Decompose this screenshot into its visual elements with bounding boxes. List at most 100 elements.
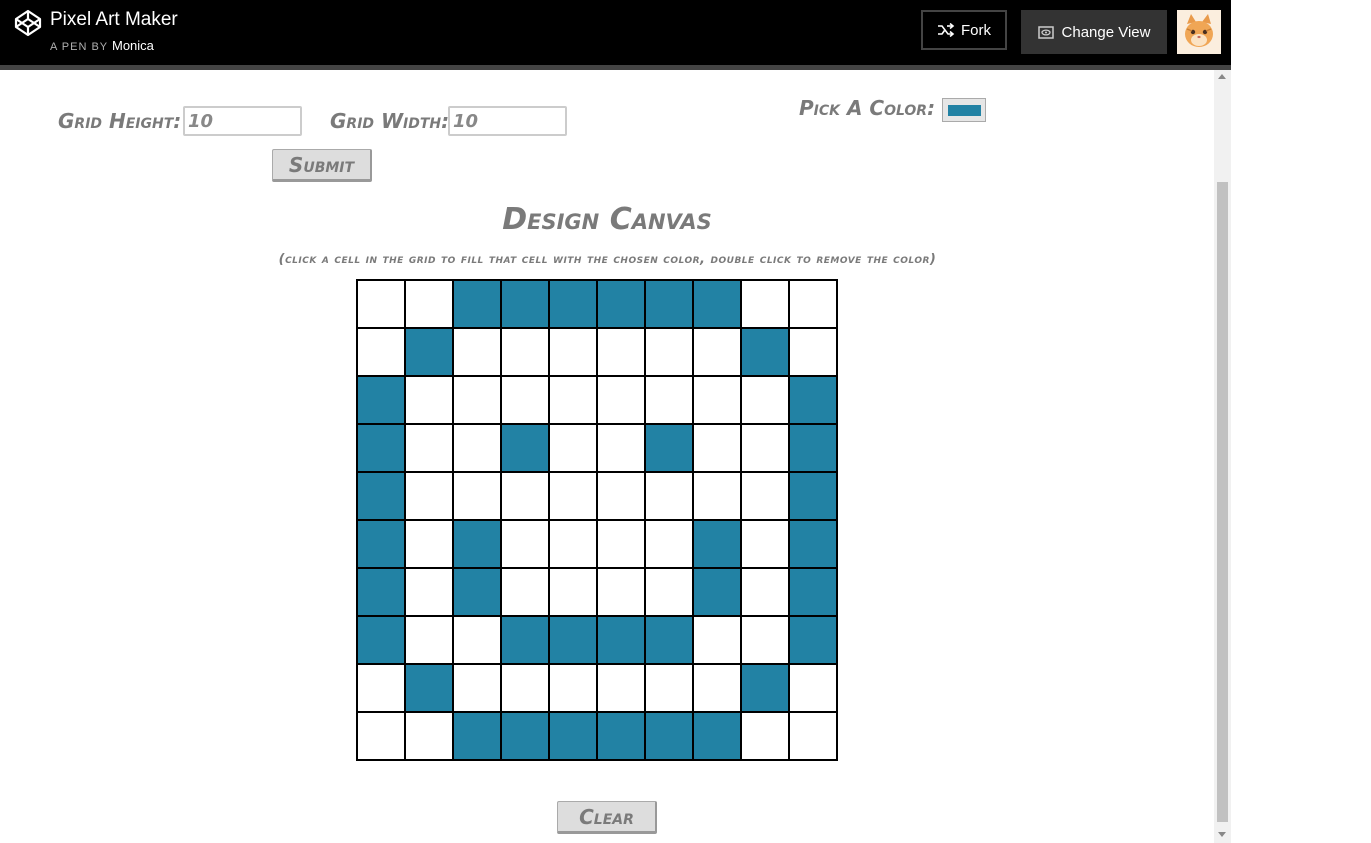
grid-cell[interactable] <box>644 327 694 377</box>
grid-cell[interactable] <box>644 711 694 761</box>
grid-cell[interactable] <box>692 567 742 617</box>
author-link[interactable]: Monica <box>112 38 154 53</box>
scroll-down-arrow-icon[interactable] <box>1218 832 1226 837</box>
grid-cell[interactable] <box>452 615 502 665</box>
grid-cell[interactable] <box>356 663 406 713</box>
grid-cell[interactable] <box>692 711 742 761</box>
grid-cell[interactable] <box>596 279 646 329</box>
grid-cell[interactable] <box>548 663 598 713</box>
grid-cell[interactable] <box>452 567 502 617</box>
grid-cell[interactable] <box>596 375 646 425</box>
pixel-canvas[interactable] <box>356 279 838 761</box>
grid-cell[interactable] <box>788 615 838 665</box>
grid-cell[interactable] <box>356 423 406 473</box>
grid-cell[interactable] <box>500 279 550 329</box>
grid-cell[interactable] <box>692 471 742 521</box>
grid-cell[interactable] <box>452 375 502 425</box>
grid-cell[interactable] <box>644 279 694 329</box>
codepen-logo-icon[interactable] <box>13 8 43 38</box>
grid-cell[interactable] <box>548 615 598 665</box>
grid-height-input[interactable] <box>183 106 302 136</box>
grid-cell[interactable] <box>356 279 406 329</box>
grid-cell[interactable] <box>356 471 406 521</box>
fork-button[interactable]: Fork <box>921 10 1007 50</box>
grid-cell[interactable] <box>452 423 502 473</box>
grid-cell[interactable] <box>740 279 790 329</box>
grid-cell[interactable] <box>644 663 694 713</box>
grid-cell[interactable] <box>740 375 790 425</box>
grid-cell[interactable] <box>788 375 838 425</box>
grid-cell[interactable] <box>740 711 790 761</box>
grid-cell[interactable] <box>644 519 694 569</box>
grid-cell[interactable] <box>500 471 550 521</box>
grid-cell[interactable] <box>548 375 598 425</box>
grid-cell[interactable] <box>404 375 454 425</box>
grid-cell[interactable] <box>644 375 694 425</box>
grid-cell[interactable] <box>500 327 550 377</box>
grid-cell[interactable] <box>452 519 502 569</box>
grid-cell[interactable] <box>500 567 550 617</box>
pen-title[interactable]: Pixel Art Maker <box>50 9 178 31</box>
grid-cell[interactable] <box>404 711 454 761</box>
grid-cell[interactable] <box>740 567 790 617</box>
grid-cell[interactable] <box>404 327 454 377</box>
grid-cell[interactable] <box>404 615 454 665</box>
grid-width-input[interactable] <box>448 106 567 136</box>
grid-cell[interactable] <box>596 567 646 617</box>
grid-cell[interactable] <box>500 423 550 473</box>
grid-cell[interactable] <box>692 279 742 329</box>
change-view-button[interactable]: Change View <box>1021 10 1167 54</box>
grid-cell[interactable] <box>404 567 454 617</box>
grid-cell[interactable] <box>452 471 502 521</box>
grid-cell[interactable] <box>740 615 790 665</box>
color-picker[interactable] <box>942 98 986 122</box>
grid-cell[interactable] <box>644 423 694 473</box>
grid-cell[interactable] <box>356 567 406 617</box>
grid-cell[interactable] <box>740 327 790 377</box>
grid-cell[interactable] <box>356 615 406 665</box>
grid-cell[interactable] <box>740 519 790 569</box>
grid-cell[interactable] <box>788 663 838 713</box>
grid-cell[interactable] <box>596 327 646 377</box>
grid-cell[interactable] <box>404 519 454 569</box>
scrollbar-thumb[interactable] <box>1217 182 1228 822</box>
grid-cell[interactable] <box>548 279 598 329</box>
scroll-up-arrow-icon[interactable] <box>1218 74 1226 79</box>
grid-cell[interactable] <box>356 711 406 761</box>
grid-cell[interactable] <box>644 567 694 617</box>
grid-cell[interactable] <box>500 519 550 569</box>
grid-cell[interactable] <box>404 471 454 521</box>
grid-cell[interactable] <box>788 567 838 617</box>
grid-cell[interactable] <box>548 423 598 473</box>
grid-cell[interactable] <box>692 375 742 425</box>
grid-cell[interactable] <box>404 663 454 713</box>
grid-cell[interactable] <box>548 567 598 617</box>
grid-cell[interactable] <box>452 711 502 761</box>
grid-cell[interactable] <box>404 423 454 473</box>
submit-button[interactable]: Submit <box>272 149 372 182</box>
grid-cell[interactable] <box>788 279 838 329</box>
grid-cell[interactable] <box>596 711 646 761</box>
grid-cell[interactable] <box>500 375 550 425</box>
grid-cell[interactable] <box>692 327 742 377</box>
user-avatar[interactable] <box>1177 10 1221 54</box>
grid-cell[interactable] <box>548 327 598 377</box>
grid-cell[interactable] <box>596 519 646 569</box>
grid-cell[interactable] <box>644 615 694 665</box>
grid-cell[interactable] <box>596 615 646 665</box>
grid-cell[interactable] <box>356 375 406 425</box>
clear-button[interactable]: Clear <box>557 801 657 834</box>
grid-cell[interactable] <box>356 327 406 377</box>
grid-cell[interactable] <box>740 663 790 713</box>
grid-cell[interactable] <box>596 471 646 521</box>
grid-cell[interactable] <box>740 471 790 521</box>
grid-cell[interactable] <box>788 519 838 569</box>
grid-cell[interactable] <box>356 519 406 569</box>
grid-cell[interactable] <box>740 423 790 473</box>
grid-cell[interactable] <box>452 327 502 377</box>
grid-cell[interactable] <box>404 279 454 329</box>
grid-cell[interactable] <box>692 615 742 665</box>
grid-cell[interactable] <box>452 663 502 713</box>
grid-cell[interactable] <box>452 279 502 329</box>
grid-cell[interactable] <box>692 663 742 713</box>
